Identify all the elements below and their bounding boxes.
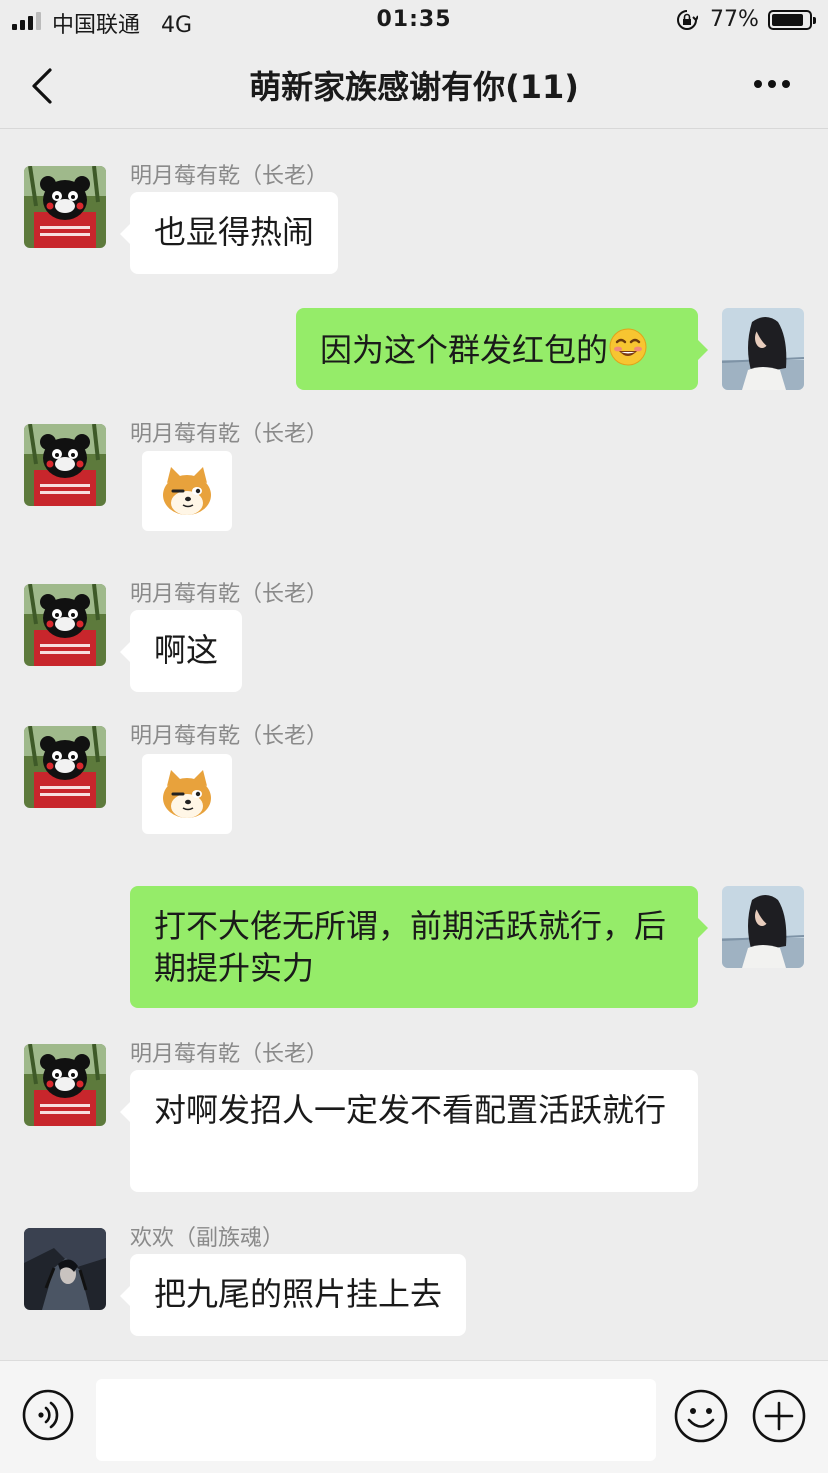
shiba-dog-sticker[interactable] [142, 451, 232, 531]
message-bubble[interactable]: 对啊发招人一定发不看配置活跃就行 [120, 1070, 698, 1192]
sender-name: 明月莓有乾（长老） [130, 1042, 329, 1067]
kumamon-avatar[interactable] [24, 424, 106, 506]
anime-avatar[interactable] [24, 1228, 106, 1310]
message-bubble[interactable]: 也显得热闹 [119, 192, 339, 274]
kumamon-avatar[interactable] [24, 584, 106, 666]
sender-name: 明月莓有乾（长老） [130, 422, 329, 447]
message-bubble[interactable]: 因为这个群发红包的 [296, 308, 708, 390]
shiba-dog-sticker[interactable] [142, 754, 232, 834]
girl-avatar[interactable] [722, 886, 804, 968]
rotation-lock-icon [677, 10, 698, 30]
sender-name: 欢欢（副族魂） [130, 1226, 285, 1251]
more-options-button[interactable] [748, 72, 796, 96]
chat-title: 萌新家族感谢有你(11) [249, 68, 579, 106]
kumamon-avatar[interactable] [24, 166, 106, 248]
girl-avatar[interactable] [722, 308, 804, 390]
message-input[interactable] [96, 1379, 656, 1461]
status-bar: 中国联通 4G 01:35 77% [0, 0, 828, 42]
status-time: 01:35 [376, 7, 452, 32]
shiba-dog-icon [157, 461, 217, 521]
message-bubble[interactable]: 啊这 [119, 610, 243, 692]
kumamon-avatar[interactable] [24, 726, 106, 808]
emoji-icon[interactable] [674, 1389, 728, 1443]
sender-name: 明月莓有乾（长老） [130, 724, 329, 749]
message-bubble[interactable]: 打不大佬无所谓，前期活跃就行，后期提升实力 [130, 886, 708, 1008]
plus-icon[interactable] [752, 1389, 806, 1443]
shiba-dog-icon [157, 764, 217, 824]
chat-header: 萌新家族感谢有你(11) [0, 42, 828, 129]
message-bubble[interactable]: 把九尾的照片挂上去 [119, 1254, 467, 1336]
battery-icon [768, 10, 816, 30]
sender-name: 明月莓有乾（长老） [130, 164, 329, 189]
sender-name: 明月莓有乾（长老） [130, 582, 329, 607]
voice-icon[interactable] [22, 1389, 74, 1441]
kumamon-avatar[interactable] [24, 1044, 106, 1126]
grinning-face-emoji [608, 327, 648, 367]
message-text: 因为这个群发红包的 [320, 331, 609, 369]
battery-percent: 77% [710, 7, 759, 32]
input-bar [0, 1360, 828, 1473]
